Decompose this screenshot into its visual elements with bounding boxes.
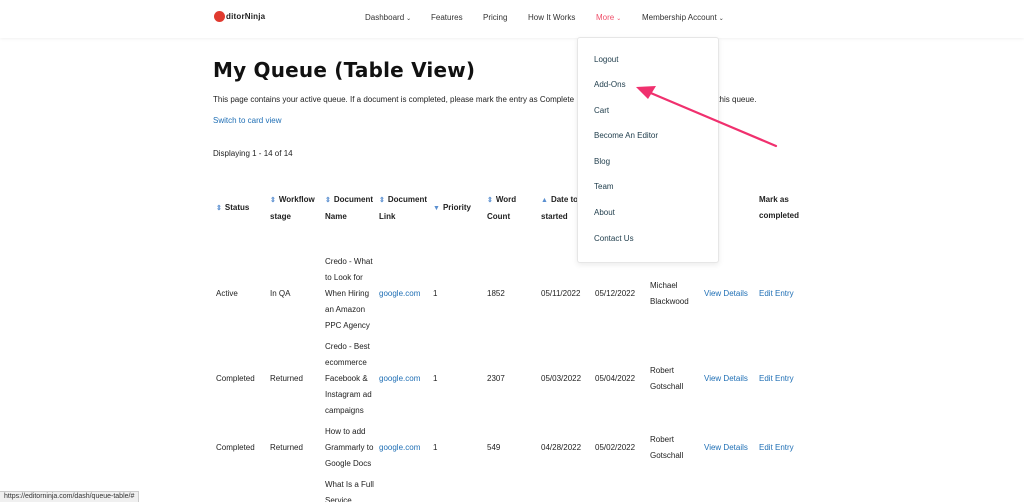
arrow-shaft	[644, 89, 778, 148]
arrow-head	[636, 86, 656, 99]
browser-status-bar: https://editorninja.com/dash/queue-table…	[0, 491, 140, 502]
annotation-arrow	[636, 86, 778, 148]
